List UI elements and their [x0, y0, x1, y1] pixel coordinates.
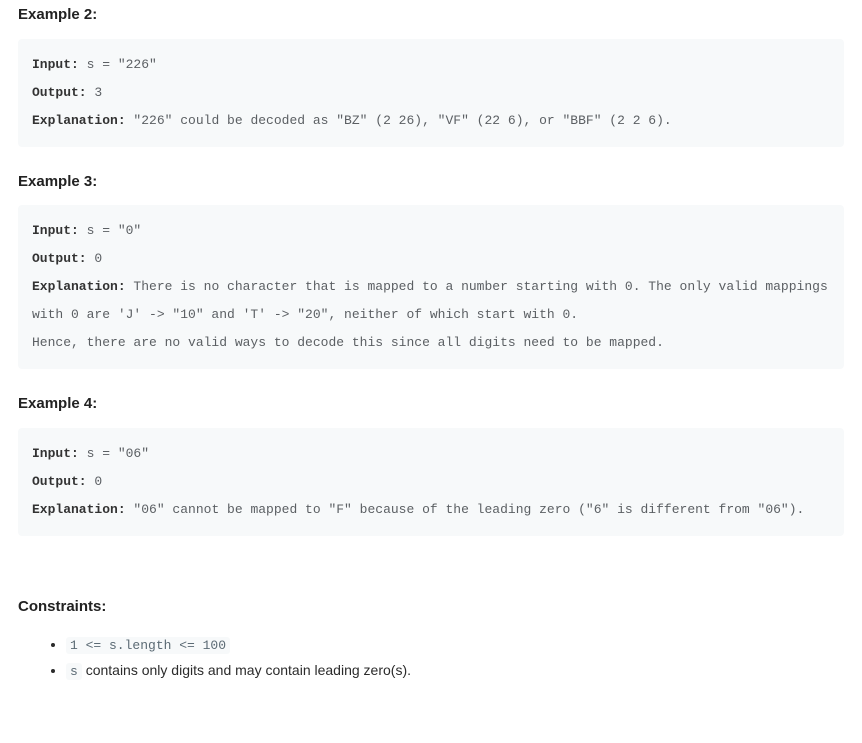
input-label: Input:	[32, 57, 79, 72]
explanation-value: "06" cannot be mapped to "F" because of …	[126, 502, 805, 517]
explanation-value: "226" could be decoded as "BZ" (2 26), "…	[126, 113, 672, 128]
input-label: Input:	[32, 223, 79, 238]
output-label: Output:	[32, 251, 87, 266]
constraint-code: 1 <= s.length <= 100	[66, 637, 230, 654]
constraint-code: s	[66, 663, 82, 680]
constraints-heading: Constraints:	[18, 596, 844, 619]
output-label: Output:	[32, 85, 87, 100]
example-code-block: Input: s = "06" Output: 0 Explanation: "…	[18, 428, 844, 536]
example-heading: Example 2:	[18, 4, 844, 27]
output-value: 0	[87, 474, 103, 489]
example-heading: Example 3:	[18, 171, 844, 194]
explanation-value: There is no character that is mapped to …	[32, 279, 836, 350]
constraint-text: contains only digits and may contain lea…	[82, 662, 411, 678]
input-value: s = "226"	[79, 57, 157, 72]
example-code-block: Input: s = "226" Output: 3 Explanation: …	[18, 39, 844, 147]
input-value: s = "0"	[79, 223, 141, 238]
example-heading: Example 4:	[18, 393, 844, 416]
explanation-label: Explanation:	[32, 113, 126, 128]
explanation-label: Explanation:	[32, 502, 126, 517]
output-value: 3	[87, 85, 103, 100]
input-value: s = "06"	[79, 446, 149, 461]
explanation-label: Explanation:	[32, 279, 126, 294]
input-label: Input:	[32, 446, 79, 461]
output-value: 0	[87, 251, 103, 266]
constraint-item: s contains only digits and may contain l…	[66, 658, 844, 684]
constraint-item: 1 <= s.length <= 100	[66, 632, 844, 658]
output-label: Output:	[32, 474, 87, 489]
example-code-block: Input: s = "0" Output: 0 Explanation: Th…	[18, 205, 844, 369]
constraints-list: 1 <= s.length <= 100 s contains only dig…	[18, 632, 844, 684]
